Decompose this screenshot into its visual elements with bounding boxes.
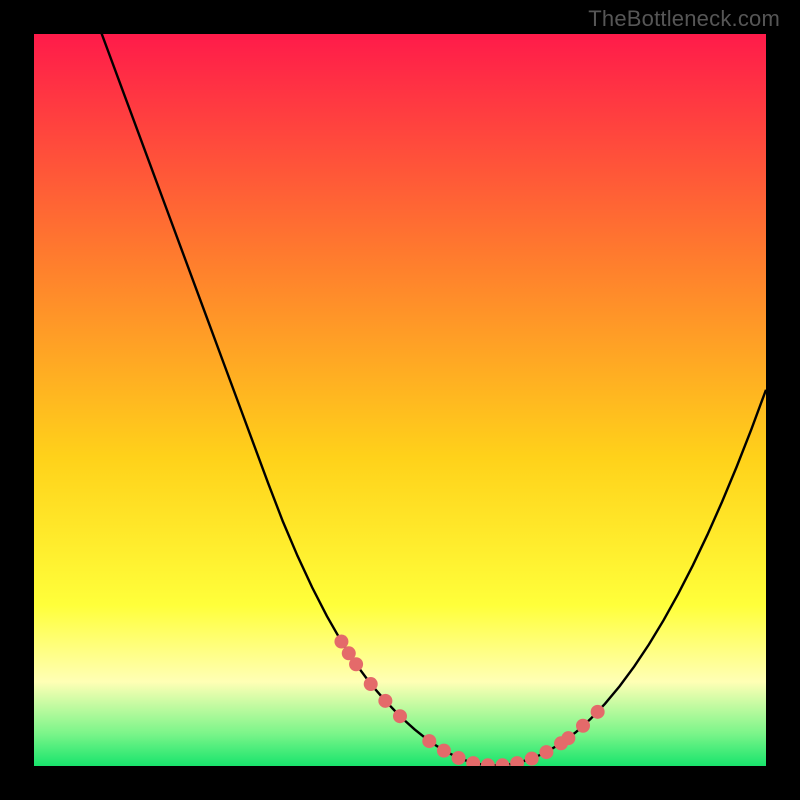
curve-marker	[334, 635, 348, 649]
curve-marker	[437, 744, 451, 758]
curve-marker	[393, 709, 407, 723]
plot-area	[34, 34, 766, 766]
curve-marker	[452, 751, 466, 765]
curve-markers	[334, 635, 604, 766]
curve-marker	[495, 758, 509, 766]
attribution-text: TheBottleneck.com	[588, 6, 780, 32]
curve-marker	[576, 719, 590, 733]
curve-marker	[539, 745, 553, 759]
curve-marker	[561, 731, 575, 745]
curve-marker	[422, 734, 436, 748]
chart-stage: TheBottleneck.com	[0, 0, 800, 800]
curve-marker	[349, 657, 363, 671]
curve-marker	[591, 705, 605, 719]
curve-layer	[34, 34, 766, 766]
curve-marker	[378, 694, 392, 708]
curve-marker	[481, 758, 495, 766]
curve-marker	[364, 677, 378, 691]
bottleneck-curve	[34, 34, 766, 765]
curve-marker	[466, 756, 480, 766]
curve-marker	[510, 756, 524, 766]
curve-marker	[525, 752, 539, 766]
